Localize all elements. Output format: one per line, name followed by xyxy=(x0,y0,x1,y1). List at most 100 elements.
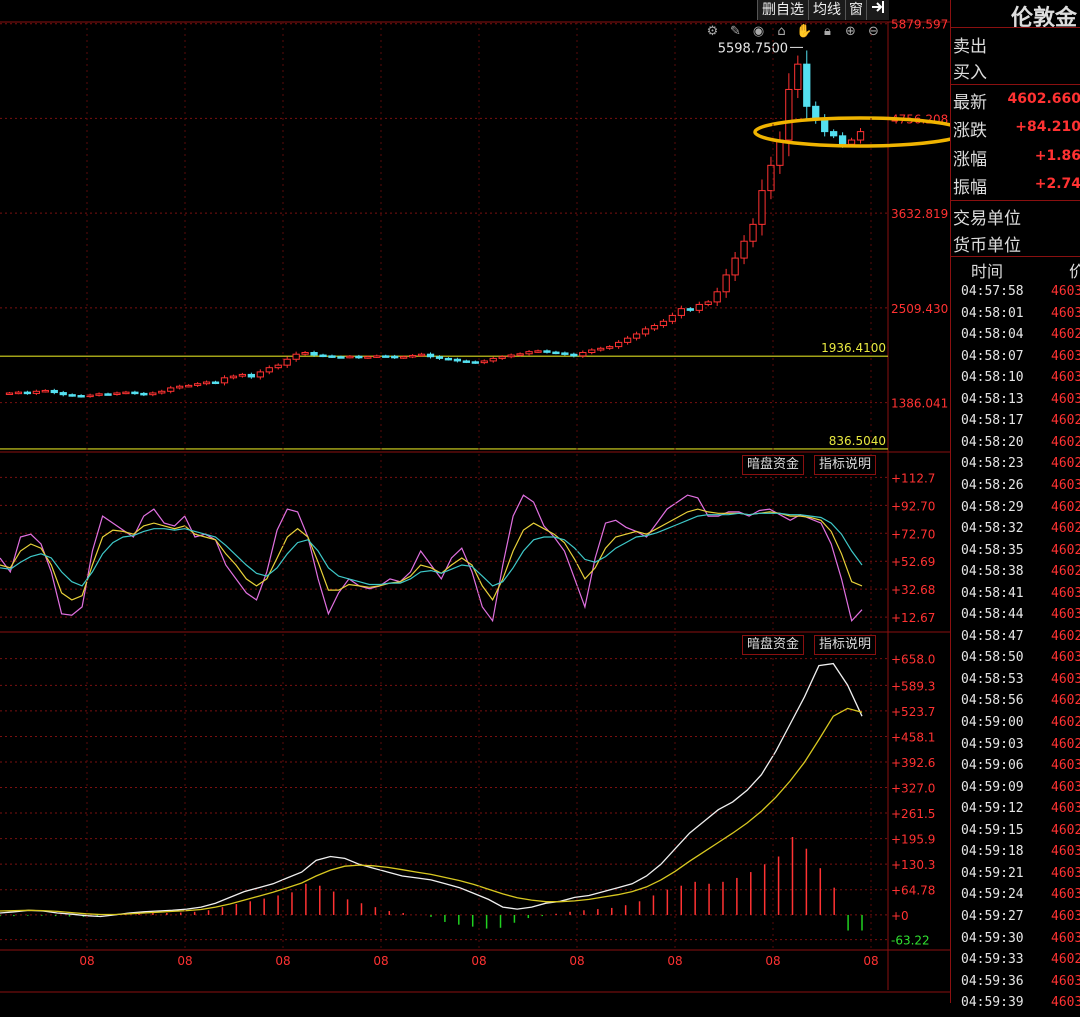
tick-row[interactable]: 04:59:27 4603 xyxy=(951,909,1080,931)
tick-row[interactable]: 04:58:47 4602 xyxy=(951,629,1080,651)
chart-area[interactable]: 5879.5974756.2083632.8192509.4301386.041… xyxy=(0,0,950,1003)
tick-row[interactable]: 04:59:12 4603 xyxy=(951,801,1080,823)
tick-price: 4603 xyxy=(1051,930,1080,946)
tick-time: 04:58:44 xyxy=(961,607,1024,623)
settings-icon[interactable]: ⚙ xyxy=(703,24,722,42)
tick-price: 4603 xyxy=(1051,391,1080,407)
candle xyxy=(355,355,363,359)
tick-row[interactable]: 04:58:04 4602 xyxy=(951,327,1080,349)
lock-icon[interactable]: 🔒︎ xyxy=(818,24,837,42)
tick-row[interactable]: 04:58:29 4602 xyxy=(951,500,1080,522)
candle xyxy=(444,357,453,361)
pen-icon[interactable]: ✎ xyxy=(726,24,745,42)
indicator-help-button-2[interactable]: 指标说明 xyxy=(814,635,877,655)
tick-time: 04:59:09 xyxy=(961,779,1024,795)
candle xyxy=(391,355,399,359)
amplitude-label: 振幅 xyxy=(953,178,987,198)
tick-row[interactable]: 04:58:44 4603 xyxy=(951,607,1080,629)
tick-price: 4603 xyxy=(1051,650,1080,666)
candle xyxy=(525,351,533,355)
candle xyxy=(776,139,784,166)
tick-row[interactable]: 04:59:30 4603 xyxy=(951,931,1080,953)
candle xyxy=(552,351,560,355)
tick-row[interactable]: 04:59:33 4602 xyxy=(951,952,1080,974)
tick-row[interactable]: 04:59:09 4603 xyxy=(951,780,1080,802)
candle xyxy=(838,135,847,145)
candle xyxy=(677,308,685,316)
window-button[interactable]: 窗 xyxy=(845,0,866,20)
tick-row[interactable]: 04:58:26 4603 xyxy=(951,478,1080,500)
candle xyxy=(41,389,49,393)
x-axis-label: 08 xyxy=(373,954,388,968)
tick-row[interactable]: 04:58:01 4603 xyxy=(951,306,1080,328)
candle xyxy=(695,303,703,311)
tick-price: 4602 xyxy=(1051,327,1080,343)
candle xyxy=(104,393,112,396)
tick-row[interactable]: 04:58:10 4603 xyxy=(951,370,1080,392)
tick-price: 4602 xyxy=(1051,456,1080,472)
tick-row[interactable]: 04:59:24 4603 xyxy=(951,887,1080,909)
lock-open-icon[interactable]: ⌂ xyxy=(772,24,791,42)
tick-time: 04:59:06 xyxy=(961,758,1024,774)
tick-row[interactable]: 04:59:39 4603 xyxy=(951,995,1080,1017)
candle xyxy=(23,391,32,395)
change-value: +84.210 xyxy=(1015,119,1080,135)
candle xyxy=(570,353,578,357)
tick-row[interactable]: 04:58:41 4603 xyxy=(951,586,1080,608)
zoom-out-icon[interactable]: ⊖ xyxy=(864,24,883,42)
tick-row[interactable]: 04:58:20 4602 xyxy=(951,435,1080,457)
candle xyxy=(202,381,211,385)
delete-watch-button[interactable]: 删自选 xyxy=(757,0,808,20)
tick-row[interactable]: 04:58:50 4603 xyxy=(951,650,1080,672)
ma-line-button[interactable]: 均线 xyxy=(808,0,845,20)
hand-icon[interactable]: ✋ xyxy=(795,24,814,42)
price-axis-label: 3632.819 xyxy=(891,207,948,221)
tick-price: 4603 xyxy=(1051,607,1080,623)
tick-price: 4603 xyxy=(1051,887,1080,903)
tick-row[interactable]: 04:59:15 4602 xyxy=(951,823,1080,845)
tick-row[interactable]: 04:58:38 4602 xyxy=(951,564,1080,586)
tick-row[interactable]: 04:58:23 4602 xyxy=(951,456,1080,478)
tick-time: 04:58:26 xyxy=(961,477,1024,493)
tick-time: 04:59:36 xyxy=(961,973,1024,989)
tick-price: 4603 xyxy=(1051,801,1080,817)
dark-pool-button-2[interactable]: 暗盘资金 xyxy=(742,635,805,655)
tick-row[interactable]: 04:58:17 4602 xyxy=(951,413,1080,435)
tick-row[interactable]: 04:59:00 4602 xyxy=(951,715,1080,737)
indicator-help-button-1[interactable]: 指标说明 xyxy=(814,455,877,475)
x-axis-label: 08 xyxy=(177,954,192,968)
candle xyxy=(400,356,408,359)
candle xyxy=(453,358,462,362)
candle xyxy=(588,349,596,354)
tick-row[interactable]: 04:59:18 4603 xyxy=(951,844,1080,866)
tick-row[interactable]: 04:59:36 4603 xyxy=(951,974,1080,996)
candle xyxy=(803,63,811,107)
tick-price: 4602 xyxy=(1051,952,1080,968)
tick-time: 04:59:27 xyxy=(961,908,1024,924)
tick-price: 4602 xyxy=(1051,715,1080,730)
tick-price: 4603 xyxy=(1051,844,1080,860)
tick-time: 04:59:15 xyxy=(961,822,1024,838)
tick-row[interactable]: 04:59:21 4603 xyxy=(951,866,1080,888)
candle xyxy=(641,328,650,335)
tick-row[interactable]: 04:58:32 4602 xyxy=(951,521,1080,543)
eye-icon[interactable]: ◉ xyxy=(749,24,768,42)
tick-row[interactable]: 04:58:13 4603 xyxy=(951,392,1080,414)
tick-row[interactable]: 04:59:03 4602 xyxy=(951,737,1080,759)
tick-row[interactable]: 04:59:06 4603 xyxy=(951,758,1080,780)
candle xyxy=(731,257,739,276)
candle xyxy=(265,367,273,373)
dark-pool-button-1[interactable]: 暗盘资金 xyxy=(742,455,805,475)
tick-price: 4603 xyxy=(1051,908,1080,924)
candle xyxy=(856,131,865,141)
exit-icon[interactable] xyxy=(866,0,889,20)
candle xyxy=(426,353,435,358)
tick-row[interactable]: 04:58:56 4602 xyxy=(951,693,1080,715)
tick-row[interactable]: 04:58:07 4603 xyxy=(951,349,1080,371)
tick-row[interactable]: 04:58:35 4602 xyxy=(951,543,1080,565)
tick-row[interactable]: 04:57:58 4603 xyxy=(951,284,1080,306)
tick-time: 04:58:01 xyxy=(961,305,1024,321)
zoom-in-icon[interactable]: ⊕ xyxy=(841,24,860,42)
candle xyxy=(149,392,157,396)
tick-row[interactable]: 04:58:53 4603 xyxy=(951,672,1080,694)
